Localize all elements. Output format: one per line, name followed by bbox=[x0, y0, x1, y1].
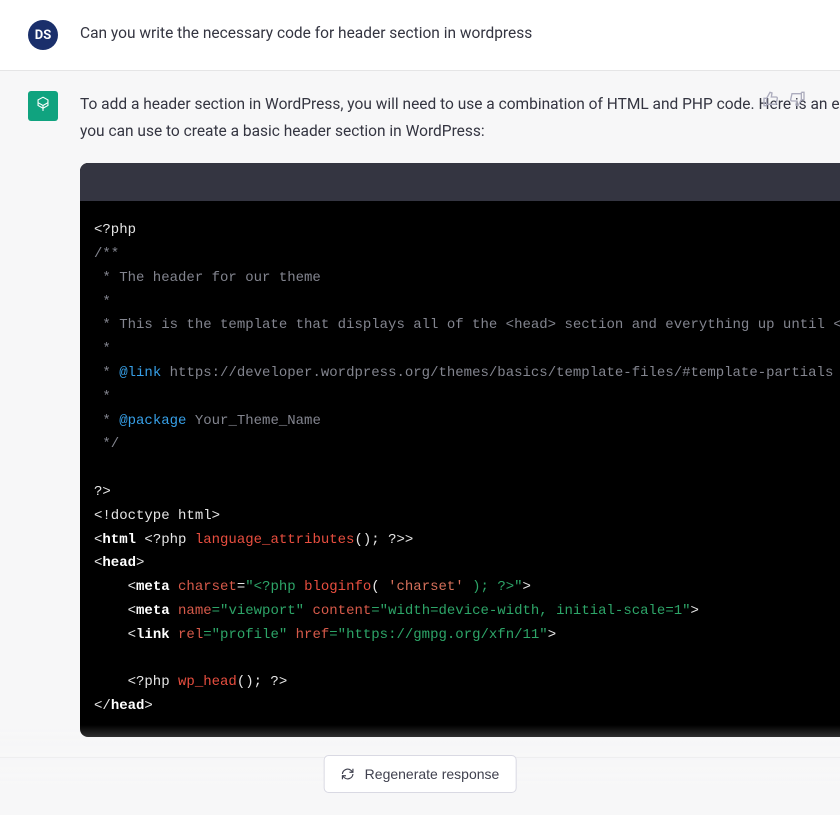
assistant-body: To add a header section in WordPress, yo… bbox=[80, 91, 840, 737]
assistant-intro-text: To add a header section in WordPress, yo… bbox=[80, 91, 840, 145]
regenerate-label: Regenerate response bbox=[365, 766, 500, 782]
assistant-message: To add a header section in WordPress, yo… bbox=[0, 71, 840, 758]
regenerate-response-button[interactable]: Regenerate response bbox=[324, 755, 517, 793]
thumbs-up-icon[interactable] bbox=[762, 91, 778, 107]
code-content: <?php /** * The header for our theme * *… bbox=[80, 201, 840, 737]
refresh-icon bbox=[341, 767, 355, 781]
feedback-controls bbox=[762, 91, 806, 107]
assistant-avatar bbox=[28, 91, 58, 121]
code-block: Copy code <?php /** * The header for our… bbox=[80, 163, 840, 737]
user-message: DS Can you write the necessary code for … bbox=[0, 0, 840, 71]
user-message-text: Can you write the necessary code for hea… bbox=[80, 20, 812, 50]
code-header: Copy code bbox=[80, 163, 840, 201]
user-avatar-initials: DS bbox=[35, 28, 51, 43]
openai-logo-icon bbox=[32, 95, 54, 117]
thumbs-down-icon[interactable] bbox=[790, 91, 806, 107]
user-avatar: DS bbox=[28, 20, 58, 50]
